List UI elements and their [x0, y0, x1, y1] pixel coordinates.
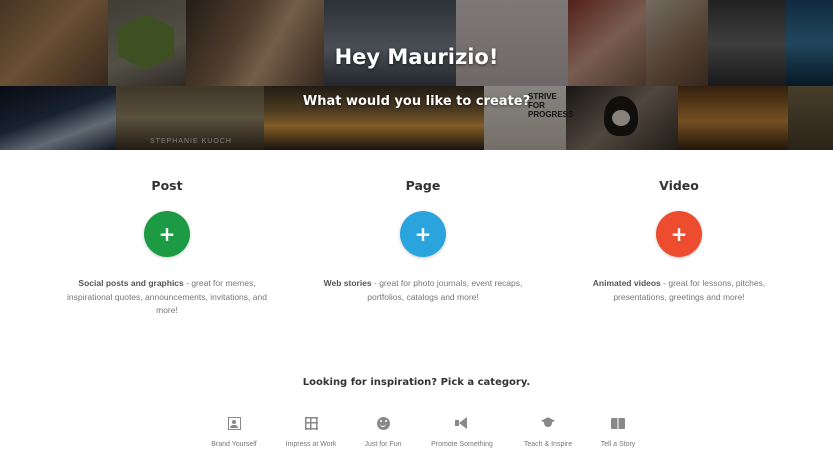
option-description-bold: Web stories	[323, 278, 372, 288]
option-description: Animated videos - great for lessons, pit…	[569, 277, 789, 304]
inspiration-heading: Looking for inspiration? Pick a category…	[302, 377, 531, 388]
create-option-video: Video + Animated videos - great for less…	[569, 178, 789, 304]
category-label: Teach & Inspire	[523, 441, 573, 448]
option-title: Page	[405, 178, 441, 193]
category-label: Promote Something	[431, 441, 493, 448]
option-description-rest: - great for photo journals, event recaps…	[367, 278, 523, 302]
category-just-for-fun[interactable]: Just for Fun	[343, 413, 423, 448]
category-label: Brand Yourself	[211, 441, 257, 448]
portrait-icon	[194, 413, 274, 431]
book-icon	[578, 413, 658, 431]
create-page-button[interactable]: +	[400, 211, 446, 257]
graduation-cap-icon	[508, 413, 588, 431]
option-description-bold: Animated videos	[592, 278, 661, 288]
category-list: Brand Yourself Impress at Work Just for …	[0, 413, 833, 451]
hero-greeting: Hey Maurizio!	[334, 45, 499, 69]
category-teach-inspire[interactable]: Teach & Inspire	[508, 413, 588, 448]
megaphone-icon	[422, 413, 502, 431]
category-label: Impress at Work	[285, 441, 337, 448]
option-description: Web stories - great for photo journals, …	[313, 277, 533, 304]
option-description: Social posts and graphics - great for me…	[57, 277, 277, 318]
hero-banner: STEPHANIE KUOCH STRIVE FOR PROGRESS Hey …	[0, 0, 833, 150]
smiley-icon	[343, 413, 423, 431]
create-video-button[interactable]: +	[656, 211, 702, 257]
hero-subtitle: What would you like to create?	[302, 94, 531, 109]
category-promote-something[interactable]: Promote Something	[422, 413, 502, 448]
category-brand-yourself[interactable]: Brand Yourself	[194, 413, 274, 448]
create-option-post: Post + Social posts and graphics - great…	[57, 178, 277, 318]
option-title: Video	[659, 178, 699, 193]
category-label: Just for Fun	[364, 441, 402, 448]
option-title: Post	[151, 178, 183, 193]
create-post-button[interactable]: +	[144, 211, 190, 257]
option-description-bold: Social posts and graphics	[78, 278, 184, 288]
hero-overlay	[0, 0, 833, 150]
category-impress-at-work[interactable]: Impress at Work	[271, 413, 351, 448]
category-tell-a-story[interactable]: Tell a Story	[578, 413, 658, 448]
grid-icon	[271, 413, 351, 431]
category-label: Tell a Story	[600, 441, 636, 448]
create-option-page: Page + Web stories - great for photo jou…	[313, 178, 533, 304]
